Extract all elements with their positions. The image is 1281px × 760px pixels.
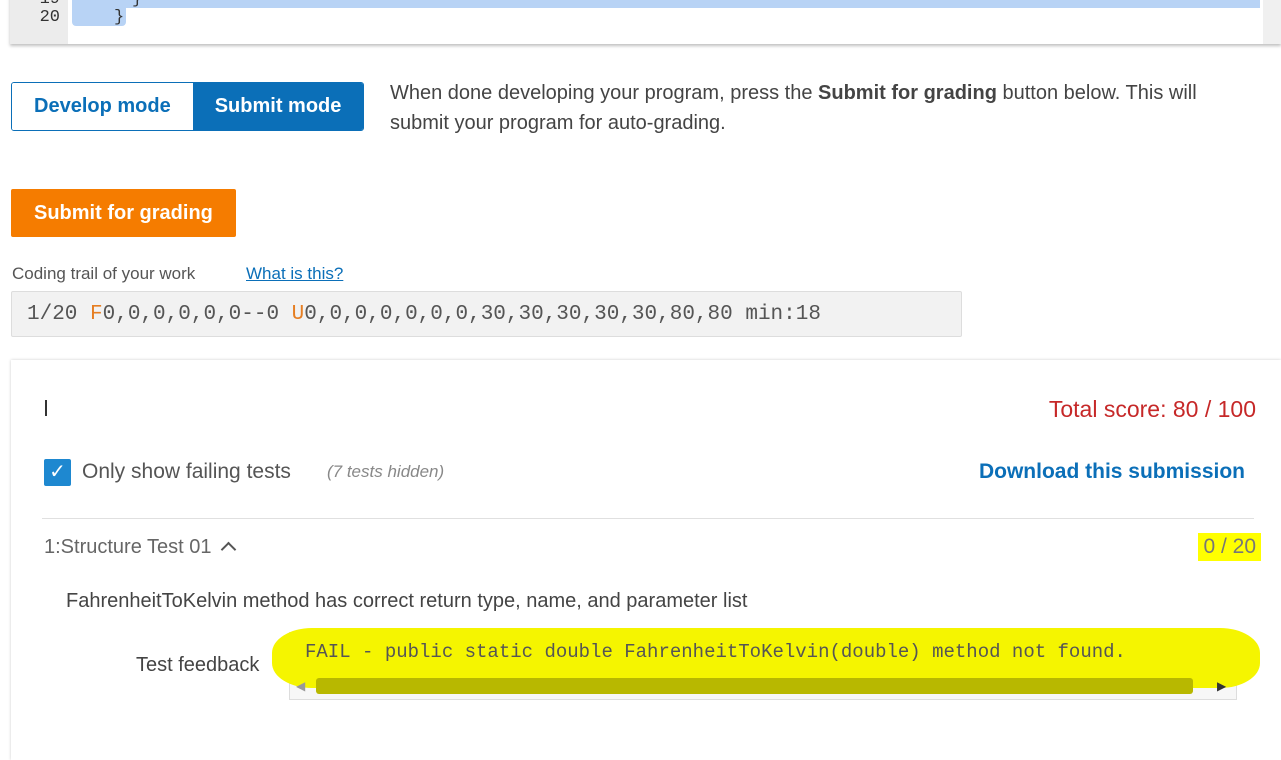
divider [42, 518, 1254, 519]
trail-f: F [90, 303, 103, 326]
code-editor[interactable]: 19 20 } } [10, 0, 1281, 44]
trail-u: U [291, 303, 305, 326]
trail-u-values: 0,0,0,0,0,0,0,30,30,30,30,30,80,80 min:1… [304, 303, 821, 326]
only-failing-label[interactable]: Only show failing tests [82, 460, 291, 484]
coding-trail: 1/20 F0,0,0,0,0,0--0 U0,0,0,0,0,0,0,30,3… [11, 291, 962, 337]
test-feedback-text: FAIL - public static double FahrenheitTo… [305, 641, 1126, 663]
test-feedback-label: Test feedback [136, 654, 260, 676]
test-header[interactable]: 1:Structure Test 01 [44, 536, 237, 559]
mode-toggle: Develop mode Submit mode [11, 82, 365, 131]
what-is-this-link[interactable]: What is this? [246, 264, 343, 284]
download-submission-link[interactable]: Download this submission [979, 460, 1245, 484]
test-score: 0 / 20 [1198, 533, 1261, 561]
submit-mode-button[interactable]: Submit mode [192, 83, 364, 130]
scroll-right-icon[interactable]: ▶ [1217, 679, 1226, 693]
trail-prefix: 1/20 [27, 303, 91, 326]
chevron-up-icon [220, 541, 237, 558]
develop-mode-button[interactable]: Develop mode [12, 83, 193, 130]
test-description: FahrenheitToKelvin method has correct re… [66, 590, 748, 612]
vertical-scrollbar[interactable] [1263, 0, 1281, 44]
coding-trail-label: Coding trail of your work [12, 264, 196, 283]
selection [72, 0, 1260, 8]
horizontal-scrollbar[interactable] [316, 678, 1193, 694]
desc-text: When done developing your program, press… [390, 82, 819, 104]
desc-bold: Submit for grading [818, 82, 997, 104]
submit-description: When done developing your program, press… [390, 78, 1260, 138]
cursor [45, 400, 47, 416]
submit-for-grading-button[interactable]: Submit for grading [11, 189, 236, 237]
only-failing-checkbox[interactable]: ✓ [44, 459, 71, 486]
code-line: } [132, 0, 142, 9]
trail-f-values: 0,0,0,0,0,0--0 [102, 303, 292, 326]
line-number: 20 [39, 8, 60, 27]
hidden-count: (7 tests hidden) [327, 462, 445, 481]
code-line: } [114, 8, 125, 27]
scroll-left-icon[interactable]: ◀ [296, 679, 305, 693]
total-score: Total score: 80 / 100 [1048, 396, 1256, 422]
test-name: 1:Structure Test 01 [44, 536, 212, 558]
